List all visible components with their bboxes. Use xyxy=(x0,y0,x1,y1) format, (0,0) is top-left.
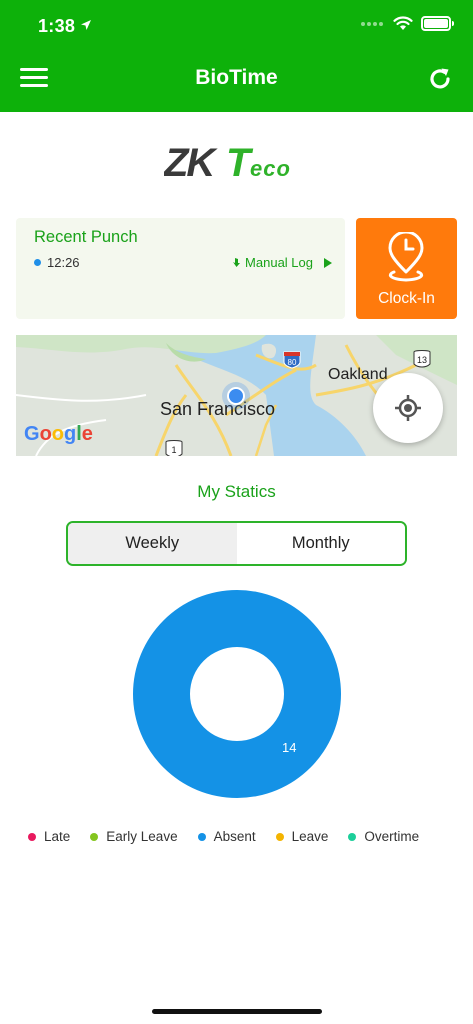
current-location-marker xyxy=(227,387,245,405)
legend-item-early-leave[interactable]: Early Leave xyxy=(90,829,178,844)
crosshair-icon xyxy=(395,395,421,421)
page-title: BioTime xyxy=(195,66,278,89)
recent-punch-card: Recent Punch 12:26 Manual Log xyxy=(16,218,345,319)
home-indicator xyxy=(152,1009,322,1014)
legend-label-leave: Leave xyxy=(291,829,329,844)
tab-weekly[interactable]: Weekly xyxy=(68,523,237,564)
legend-item-overtime[interactable]: Overtime xyxy=(348,829,419,844)
legend-label-overtime: Overtime xyxy=(364,829,420,844)
map-label-oakland: Oakland xyxy=(328,366,388,383)
chart-legend: Late Early Leave Absent Leave Overtime xyxy=(28,829,419,844)
chart-data-label-absent: 14 xyxy=(282,740,297,755)
legend-dot-leave xyxy=(275,832,284,841)
my-location-button[interactable] xyxy=(373,373,443,443)
legend-dot-absent xyxy=(197,832,206,841)
statics-title: My Statics xyxy=(197,482,276,501)
legend-label-early-leave: Early Leave xyxy=(106,829,178,844)
app-header: 1:38 BioTime xyxy=(0,0,473,112)
refresh-icon[interactable] xyxy=(427,66,453,92)
statics-donut-chart xyxy=(133,590,341,798)
wifi-icon xyxy=(393,16,413,30)
legend-dot-late xyxy=(28,832,36,841)
clock-location-icon xyxy=(388,232,424,282)
play-arrow-icon xyxy=(324,257,332,268)
location-map[interactable]: 80 13 1 Oakland San Francisco Google xyxy=(16,335,457,456)
legend-dot-early-leave xyxy=(90,832,99,841)
svg-text:ZK: ZK xyxy=(164,141,218,184)
legend-item-leave[interactable]: Leave xyxy=(275,829,329,844)
cellular-signal-icon xyxy=(361,21,383,26)
punch-status-dot xyxy=(34,259,41,266)
clock-in-button[interactable]: Clock-In xyxy=(356,218,457,319)
hand-pointer-icon xyxy=(233,258,241,267)
map-label-san-francisco: San Francisco xyxy=(160,399,276,419)
manual-log-label: Manual Log xyxy=(245,255,313,270)
highway-1-label: 1 xyxy=(171,445,176,455)
highway-80-shield: 80 xyxy=(283,351,301,369)
highway-1-shield: 1 xyxy=(165,440,183,456)
status-time: 1:38 xyxy=(38,16,76,36)
recent-punch-time: 12:26 xyxy=(47,255,80,270)
google-attribution-logo: Google xyxy=(24,423,93,445)
zkteco-logo: ZK T eco xyxy=(164,141,291,184)
legend-item-absent[interactable]: Absent xyxy=(197,829,256,844)
status-indicators xyxy=(361,16,454,31)
legend-dot-overtime xyxy=(348,832,357,841)
highway-80-label: 80 xyxy=(288,358,297,367)
manual-log-link[interactable]: Manual Log xyxy=(232,255,333,270)
legend-label-absent: Absent xyxy=(213,829,256,844)
legend-label-late: Late xyxy=(44,829,71,844)
highway-13-shield: 13 xyxy=(413,350,431,368)
battery-icon xyxy=(421,16,454,31)
recent-punch-title: Recent Punch xyxy=(34,228,138,246)
clock-in-label: Clock-In xyxy=(378,290,435,307)
legend-item-late[interactable]: Late xyxy=(28,829,70,844)
donut-slice-absent xyxy=(133,590,341,798)
tab-monthly[interactable]: Monthly xyxy=(236,523,405,564)
highway-13-label: 13 xyxy=(417,355,427,365)
svg-text:eco: eco xyxy=(250,156,291,181)
period-segmented-control: Weekly Monthly xyxy=(66,521,407,566)
location-arrow-icon xyxy=(81,20,91,30)
